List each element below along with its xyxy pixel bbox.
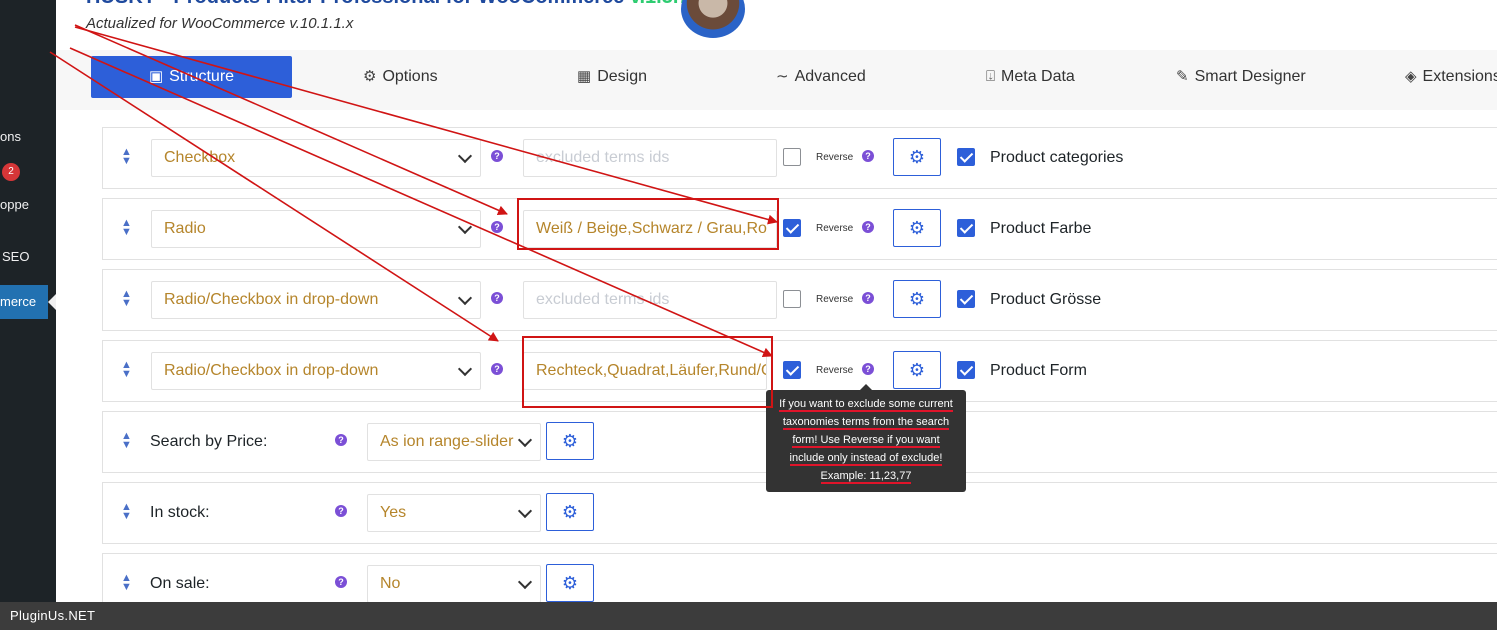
annotation-arrow	[69, 47, 773, 357]
footer-bar: PluginUs.NET	[0, 602, 1497, 630]
footer-text: PluginUs.NET	[10, 608, 96, 623]
annotation-arrow	[74, 24, 508, 215]
annotation-arrow	[74, 26, 778, 225]
annotation-arrows	[49, 24, 778, 357]
annotation-arrow	[49, 51, 499, 342]
